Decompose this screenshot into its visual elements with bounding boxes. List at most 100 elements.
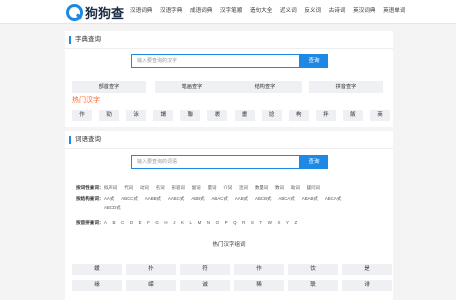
letter-filter[interactable]: K <box>181 218 184 227</box>
lookup-by-structure[interactable]: 结构查字 <box>228 81 302 93</box>
nav-link[interactable]: 成语词典 <box>190 6 212 16</box>
hot-chars-title: 热门汉字 <box>72 97 100 104</box>
zidian-search-input[interactable] <box>131 54 300 68</box>
pos-filter[interactable]: 拟声词 <box>104 183 117 192</box>
letter-filter[interactable]: O <box>216 218 219 227</box>
pos-filter[interactable]: 量词 <box>208 183 217 192</box>
hot-word[interactable]: 诽 <box>342 280 392 291</box>
struct-filter[interactable]: AABB式 <box>145 194 161 203</box>
hot-char[interactable]: 拌 <box>315 110 336 121</box>
hot-word[interactable]: 饮 <box>288 264 338 275</box>
struct-filter[interactable]: ABCA式 <box>278 194 294 203</box>
pos-filter[interactable]: 助词 <box>291 183 300 192</box>
nav-link[interactable]: 英语单词 <box>383 6 405 16</box>
hot-char[interactable]: 勁 <box>99 110 120 121</box>
letter-filter[interactable]: X <box>277 218 280 227</box>
letter-filter[interactable]: Q <box>233 218 236 227</box>
magnifier-logo-icon <box>66 3 83 21</box>
lookup-by-radical[interactable]: 部首查字 <box>72 81 146 93</box>
struct-filter[interactable]: ABAB式 <box>302 194 318 203</box>
title-accent-bar <box>69 136 71 144</box>
struct-filter[interactable]: ABB式 <box>191 194 204 203</box>
letter-filter[interactable]: T <box>259 218 262 227</box>
pos-filter[interactable]: 连词 <box>239 183 248 192</box>
lookup-by-strokes[interactable]: 笔画查字 <box>155 81 229 93</box>
pos-filter[interactable]: 名词 <box>156 183 165 192</box>
hot-char[interactable]: 聯 <box>180 110 201 121</box>
hot-word[interactable]: 是 <box>342 264 392 275</box>
hot-word[interactable]: 扑 <box>126 264 176 275</box>
hot-char[interactable]: 捻 <box>261 110 282 121</box>
hot-char[interactable]: 作 <box>72 110 92 121</box>
nav-link[interactable]: 汉语词典 <box>130 6 152 16</box>
letter-filter[interactable]: D <box>130 218 133 227</box>
filter-struct-label: 按结构查词： <box>76 196 104 201</box>
cidian-title: 词语查询 <box>75 136 101 143</box>
nav-link[interactable]: 英汉词典 <box>353 6 375 16</box>
zidian-search-button[interactable]: 查询 <box>300 54 328 68</box>
letter-filter[interactable]: H <box>164 218 167 227</box>
letter-filter[interactable]: P <box>225 218 228 227</box>
letter-filter[interactable]: G <box>155 218 158 227</box>
pos-filter[interactable]: 副词 <box>192 183 201 192</box>
nav-link[interactable]: 古诗词 <box>329 6 346 16</box>
site-header: 狗狗查 汉语词典 汉语字典 成语词典 汉字笔顺 造句大全 近义词 反义词 古诗词… <box>0 0 456 24</box>
pos-filter[interactable]: 数词 <box>275 183 284 192</box>
letter-filter[interactable]: E <box>139 218 142 227</box>
site-logo[interactable]: 狗狗查 <box>66 3 124 21</box>
letter-filter[interactable]: R <box>242 218 245 227</box>
nav-link[interactable]: 汉语字典 <box>160 6 182 16</box>
hot-char[interactable]: 謂 <box>153 110 174 121</box>
struct-filter[interactable]: AABC式 <box>168 194 184 203</box>
struct-filter[interactable]: AAB式 <box>235 194 248 203</box>
hot-word[interactable]: 稀 <box>234 280 284 291</box>
pos-filter[interactable]: 形容词 <box>172 183 185 192</box>
lookup-by-pinyin[interactable]: 拼音查字 <box>309 81 383 93</box>
pos-filter[interactable]: 数量词 <box>255 183 268 192</box>
letter-filter[interactable]: Z <box>295 218 298 227</box>
letter-filter[interactable]: C <box>121 218 124 227</box>
hot-word[interactable]: 作 <box>234 264 284 275</box>
hot-char[interactable]: 畫 <box>234 110 255 121</box>
letter-filter[interactable]: M <box>198 218 202 227</box>
letter-filter[interactable]: Y <box>286 218 289 227</box>
letter-filter[interactable]: A <box>104 218 107 227</box>
pos-filter[interactable]: 代词 <box>124 183 133 192</box>
letter-filter[interactable]: S <box>251 218 254 227</box>
struct-filter[interactable]: ABCC式 <box>121 194 138 203</box>
struct-filter[interactable]: AA式 <box>104 194 114 203</box>
struct-filter[interactable]: ABCB式 <box>255 194 271 203</box>
letter-filter[interactable]: W <box>268 218 272 227</box>
cidian-panel: 词语查询 查询 按词性查词： 拟声词 代词 动词 名词 形容词 副词 量词 介词… <box>65 131 393 300</box>
pos-filter[interactable]: 介词 <box>223 183 232 192</box>
struct-filter[interactable]: ABCA式 <box>325 194 341 203</box>
hot-char[interactable]: 商 <box>370 110 391 121</box>
filter-by-letter: 按首拼查词： A B C D E F G H J K L M N O P Q R… <box>76 218 303 227</box>
nav-link[interactable]: 反义词 <box>304 6 321 16</box>
hot-char[interactable]: 裹 <box>207 110 228 121</box>
hot-word[interactable]: 媛 <box>72 264 122 275</box>
letter-filter[interactable]: N <box>207 218 210 227</box>
pos-filter[interactable]: 疑问词 <box>307 183 320 192</box>
cidian-search-button[interactable]: 查询 <box>300 155 328 169</box>
letter-filter[interactable]: J <box>173 218 175 227</box>
hot-words-title: 热门汉字组词 <box>212 242 246 248</box>
letter-filter[interactable]: B <box>113 218 116 227</box>
pos-filter[interactable]: 动词 <box>140 183 149 192</box>
nav-link[interactable]: 造句大全 <box>250 6 272 16</box>
hot-word[interactable]: 诚 <box>180 280 230 291</box>
hot-word[interactable]: 缘 <box>72 280 122 291</box>
hot-word[interactable]: 嵘 <box>126 280 176 291</box>
struct-filter[interactable]: ABCD式 <box>104 203 121 212</box>
hot-char[interactable]: 泳 <box>126 110 147 121</box>
nav-link[interactable]: 汉字笔顺 <box>220 6 242 16</box>
letter-filter[interactable]: F <box>147 218 150 227</box>
cidian-search-input[interactable] <box>131 155 300 169</box>
hot-char[interactable]: 枸 <box>288 110 309 121</box>
struct-filter[interactable]: ABAC式 <box>212 194 228 203</box>
letter-filter[interactable]: L <box>190 218 192 227</box>
hot-char[interactable]: 飯 <box>342 110 363 121</box>
nav-link[interactable]: 近义词 <box>280 6 297 16</box>
hot-word[interactable]: 符 <box>180 264 230 275</box>
hot-word[interactable]: 联 <box>288 280 338 291</box>
